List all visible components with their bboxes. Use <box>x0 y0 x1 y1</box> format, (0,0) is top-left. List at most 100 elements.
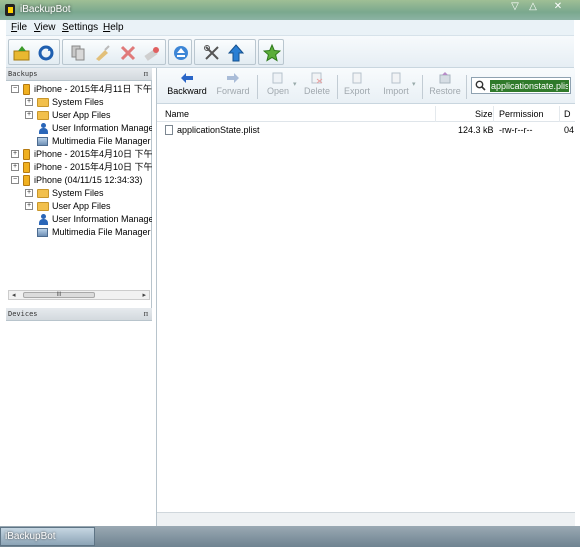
backups-panel-title: Backups <box>8 70 38 78</box>
tree-item-backup-2[interactable]: + iPhone - 2015年4月10日 下午 <box>6 148 152 161</box>
tree-item-label: User Information Manage <box>52 214 152 224</box>
import-icon <box>391 72 401 84</box>
scroll-left-icon[interactable]: ◂ <box>12 291 16 299</box>
window-title: iBackupBot <box>20 4 71 15</box>
backups-pin-icon[interactable]: ᴨ <box>144 69 148 78</box>
tree-item-label: User Information Manage <box>52 123 152 133</box>
column-separator[interactable] <box>559 106 560 122</box>
export-button[interactable]: Export <box>342 72 372 102</box>
left-panel: Backups ᴨ − iPhone - 2015年4月11日 下午 + Sys… <box>6 68 152 526</box>
restore-button[interactable]: Restore <box>427 72 463 102</box>
search-input[interactable] <box>490 80 569 92</box>
delete-icon[interactable] <box>119 44 137 62</box>
backups-horizontal-scrollbar[interactable]: ◂ III ▸ <box>8 290 150 300</box>
tree-item-label: User App Files <box>52 110 111 120</box>
taskbar-item-ibackupbot[interactable]: iBackupBot <box>0 527 95 546</box>
arrow-left-icon <box>181 73 193 83</box>
tree-item-label: iPhone - 2015年4月10日 下午 <box>34 162 152 172</box>
open-dropdown-icon[interactable]: ▾ <box>293 80 297 88</box>
phone-backup-icon <box>23 175 30 186</box>
refresh-icon[interactable] <box>37 44 55 62</box>
menu-file[interactable]: File <box>11 22 27 33</box>
tree-item-label: User App Files <box>52 201 111 211</box>
column-header-permission[interactable]: Permission <box>499 109 544 119</box>
expand-icon[interactable]: + <box>25 202 33 210</box>
open-button[interactable]: Open <box>263 72 293 102</box>
expand-icon[interactable]: + <box>25 111 33 119</box>
clean-icon[interactable] <box>93 44 111 62</box>
upload-icon[interactable] <box>227 44 245 62</box>
expand-icon[interactable]: + <box>11 163 19 171</box>
collapse-icon[interactable]: − <box>11 176 19 184</box>
column-separator[interactable] <box>493 106 494 122</box>
eject-icon[interactable] <box>172 44 190 62</box>
file-permission: -rw-r--r-- <box>499 125 533 135</box>
file-name: applicationState.plist <box>177 125 260 135</box>
maximize-button[interactable]: △ <box>522 0 544 14</box>
tree-item-label: System Files <box>52 188 104 198</box>
expand-icon[interactable]: + <box>25 98 33 106</box>
file-date: 04 <box>564 125 575 135</box>
menu-settings[interactable]: Settings <box>62 22 98 33</box>
expand-icon[interactable]: + <box>11 150 19 158</box>
toolbar-group-tools <box>194 39 256 65</box>
expand-icon[interactable]: + <box>25 189 33 197</box>
devices-pin-icon[interactable]: ᴨ <box>144 309 148 318</box>
devices-panel-title: Devices <box>8 310 38 318</box>
phone-backup-icon <box>23 162 30 173</box>
column-header-size[interactable]: Size <box>475 109 493 119</box>
tree-item-label: Multimedia File Manager <box>52 227 151 237</box>
user-icon <box>39 123 48 134</box>
delete-button[interactable]: Delete <box>301 72 333 102</box>
erase-icon[interactable] <box>143 44 161 62</box>
favorite-icon[interactable] <box>263 44 281 62</box>
tools-icon[interactable] <box>203 44 221 62</box>
media-icon <box>37 137 48 146</box>
taskbar: iBackupBot <box>0 526 580 547</box>
import-dropdown-icon[interactable]: ▾ <box>412 80 416 88</box>
devices-panel-header: Devices ᴨ <box>6 308 152 321</box>
title-bar: iBackupBot ▽ △ ✕ <box>0 0 580 20</box>
export-icon <box>352 72 362 84</box>
collapse-icon[interactable]: − <box>11 85 19 93</box>
tree-item-backup-1[interactable]: − iPhone - 2015年4月11日 下午 <box>6 83 152 96</box>
import-button[interactable]: Import <box>380 72 412 102</box>
menu-view[interactable]: View <box>34 22 56 33</box>
menu-help[interactable]: Help <box>103 22 124 33</box>
file-icon <box>165 125 173 135</box>
column-separator[interactable] <box>435 106 436 122</box>
forward-button[interactable]: Forward <box>213 72 253 102</box>
column-header-name[interactable]: Name <box>165 109 189 119</box>
copy-icon[interactable] <box>69 44 87 62</box>
tree-item-backup-3[interactable]: + iPhone - 2015年4月10日 下午 <box>6 161 152 174</box>
tree-item-multimedia[interactable]: Multimedia File Manager <box>6 226 152 239</box>
close-button[interactable]: ✕ <box>548 0 568 14</box>
file-list-horizontal-scrollbar[interactable] <box>157 512 575 526</box>
toolbar-separator <box>337 75 338 99</box>
delete-file-icon <box>311 72 323 84</box>
folder-icon <box>37 202 49 211</box>
tree-item-user-information[interactable]: User Information Manage <box>6 213 152 226</box>
scroll-thumb[interactable]: III <box>23 292 95 298</box>
backups-panel-header: Backups ᴨ <box>6 68 152 81</box>
tree-item-system-files[interactable]: + System Files <box>6 187 152 200</box>
tree-item-multimedia[interactable]: Multimedia File Manager <box>6 135 152 148</box>
tree-item-user-app-files[interactable]: + User App Files <box>6 200 152 213</box>
search-box[interactable] <box>471 77 571 94</box>
open-backup-icon[interactable] <box>13 44 31 62</box>
menu-bar: File View Settings Help <box>6 20 574 36</box>
toolbar-separator <box>466 75 467 99</box>
toolbar-separator <box>422 75 423 99</box>
tree-item-user-app-files[interactable]: + User App Files <box>6 109 152 122</box>
tree-item-user-information[interactable]: User Information Manage <box>6 122 152 135</box>
table-row[interactable]: applicationState.plist 124.3 kB -rw-r--r… <box>157 124 575 137</box>
tree-item-label: iPhone - 2015年4月11日 下午 <box>34 84 152 94</box>
scroll-right-icon[interactable]: ▸ <box>142 291 146 299</box>
tree-item-label: iPhone - 2015年4月10日 下午 <box>34 149 152 159</box>
file-list-header: Name Size Permission D <box>157 106 575 122</box>
backward-button[interactable]: Backward <box>165 72 209 102</box>
tree-item-system-files[interactable]: + System Files <box>6 96 152 109</box>
column-header-date[interactable]: D <box>564 109 571 119</box>
tree-item-backup-4[interactable]: − iPhone (04/11/15 12:34:33) <box>6 174 152 187</box>
file-toolbar: Backward Forward Open ▾ Delete Export Im… <box>157 68 575 104</box>
